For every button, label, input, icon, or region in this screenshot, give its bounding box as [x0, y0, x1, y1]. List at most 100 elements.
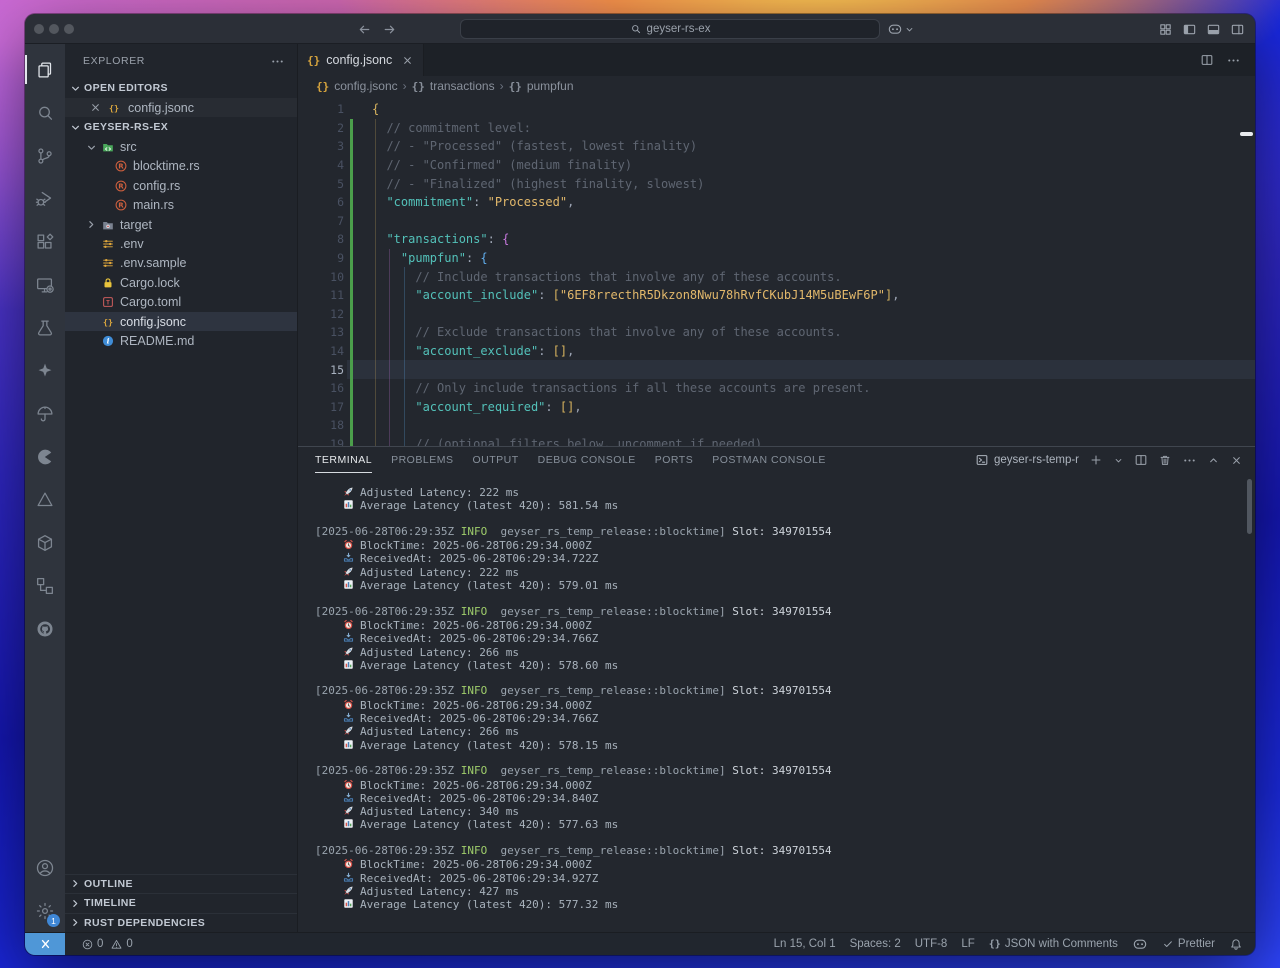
zoom-window-button[interactable] — [64, 24, 74, 34]
activity-flowchart[interactable] — [25, 564, 65, 607]
line-number: 9 — [298, 251, 344, 265]
code-text: "account_required": [], — [353, 400, 582, 414]
tree-item-readme-md[interactable]: iREADME.md — [65, 331, 297, 350]
breadcrumb-file[interactable]: config.jsonc — [334, 79, 397, 93]
formatter-status[interactable]: Prettier — [1162, 938, 1215, 950]
code-text: "pumpfun": { — [353, 251, 488, 265]
activity-search[interactable] — [25, 91, 65, 134]
chevron-down-icon[interactable] — [904, 24, 915, 35]
activity-run-debug[interactable] — [25, 177, 65, 220]
code-text: // - "Confirmed" (medium finality) — [353, 158, 632, 172]
maximize-panel-icon[interactable] — [1207, 454, 1220, 467]
panel-tab-terminal[interactable]: TERMINAL — [315, 447, 372, 473]
tree-item-blocktime-rs[interactable]: Rblocktime.rs — [65, 157, 297, 176]
close-panel-icon[interactable] — [1230, 454, 1243, 467]
git-gutter-indicator — [350, 212, 353, 231]
problems-status[interactable]: 0 0 — [81, 938, 133, 951]
section-rust-dependencies[interactable]: RUST DEPENDENCIES — [65, 913, 297, 933]
log-line: Average Latency (latest 420): 577.32 ms — [315, 897, 1255, 910]
panel-tab-debug-console[interactable]: DEBUG CONSOLE — [538, 447, 636, 473]
open-editors-header[interactable]: OPEN EDITORS — [65, 78, 297, 98]
tab-bar: {} config.jsonc — [298, 44, 1255, 76]
indentation-status[interactable]: Spaces: 2 — [850, 938, 901, 950]
copilot-status-icon[interactable] — [1132, 936, 1148, 952]
section-timeline[interactable]: TIMELINE — [65, 893, 297, 913]
toggle-panel-icon[interactable] — [1206, 22, 1221, 37]
activity-extensions[interactable] — [25, 220, 65, 263]
tree-item-cargo-lock[interactable]: Cargo.lock — [65, 273, 297, 292]
tree-item-config-rs[interactable]: Rconfig.rs — [65, 176, 297, 195]
activity-sparkle[interactable] — [25, 349, 65, 392]
encoding-status[interactable]: UTF-8 — [915, 938, 948, 950]
panel-tab-ports[interactable]: PORTS — [655, 447, 693, 473]
command-center[interactable]: geyser-rs-ex — [460, 19, 880, 39]
minimize-window-button[interactable] — [49, 24, 59, 34]
activity-umbrella[interactable] — [25, 392, 65, 435]
activity-settings[interactable]: 1 — [25, 889, 65, 932]
tree-item-main-rs[interactable]: Rmain.rs — [65, 196, 297, 215]
split-editor-icon[interactable] — [1200, 53, 1214, 67]
tree-item-label: config.jsonc — [120, 315, 186, 329]
toggle-sidebar-icon[interactable] — [1182, 22, 1197, 37]
activity-explorer[interactable] — [25, 48, 65, 91]
language-mode[interactable]: {} JSON with Comments — [989, 938, 1118, 950]
open-editor-config-jsonc[interactable]: {}config.jsonc — [65, 98, 297, 117]
notifications-bell-icon[interactable] — [1229, 937, 1243, 951]
terminal-scrollbar[interactable] — [1247, 479, 1252, 534]
code-text: // Only include transactions if all thes… — [353, 381, 871, 395]
code-line: 19 // (optional filters below, uncomment… — [298, 435, 1255, 446]
activity-prism[interactable] — [25, 478, 65, 521]
section-outline[interactable]: OUTLINE — [65, 874, 297, 894]
tree-item-target[interactable]: target — [65, 215, 297, 234]
project-header[interactable]: GEYSER-RS-EX — [65, 117, 297, 137]
panel-tab-postman-console[interactable]: POSTMAN CONSOLE — [712, 447, 826, 473]
activity-cube[interactable] — [25, 521, 65, 564]
git-gutter-indicator — [350, 305, 353, 324]
window-controls[interactable] — [34, 24, 74, 34]
terminal-output[interactable]: Adjusted Latency: 222 msAverage Latency … — [298, 473, 1255, 932]
panel-more-actions-icon[interactable] — [1182, 453, 1197, 468]
activity-account[interactable] — [25, 846, 65, 889]
remote-indicator[interactable] — [25, 933, 65, 955]
split-terminal-icon[interactable] — [1134, 453, 1148, 467]
activity-github[interactable] — [25, 607, 65, 650]
activity-pacman[interactable] — [25, 435, 65, 478]
scrollbar-decoration[interactable] — [1240, 132, 1253, 136]
panel-tab-problems[interactable]: PROBLEMS — [391, 447, 453, 473]
explorer-more-actions-icon[interactable] — [270, 54, 285, 69]
breadcrumb[interactable]: {} config.jsonc › {} transactions › {} p… — [298, 76, 1255, 96]
cursor-position[interactable]: Ln 15, Col 1 — [774, 938, 836, 950]
panel-tab-output[interactable]: OUTPUT — [472, 447, 518, 473]
nav-back-icon[interactable] — [357, 22, 372, 37]
log-line — [315, 751, 1255, 764]
close-window-button[interactable] — [34, 24, 44, 34]
code-editor[interactable]: 1{2 // commitment level:3 // - "Processe… — [298, 96, 1255, 446]
activity-source-control[interactable] — [25, 134, 65, 177]
line-number: 6 — [298, 195, 344, 209]
close-tab-icon[interactable] — [401, 54, 414, 67]
customize-layout-icon[interactable] — [1158, 22, 1173, 37]
copilot-icon[interactable] — [887, 21, 903, 37]
breadcrumb-node[interactable]: pumpfun — [527, 79, 574, 93]
kill-terminal-icon[interactable] — [1158, 453, 1172, 467]
tab-config-jsonc[interactable]: {} config.jsonc — [298, 44, 424, 76]
tree-item-env[interactable]: .env — [65, 234, 297, 253]
tree-item-cargo-toml[interactable]: TCargo.toml — [65, 293, 297, 312]
code-text: "transactions": { — [353, 232, 509, 246]
activity-testing[interactable] — [25, 306, 65, 349]
breadcrumb-node[interactable]: transactions — [430, 79, 495, 93]
tree-item-config-jsonc[interactable]: {}config.jsonc — [65, 312, 297, 331]
log-line: Average Latency (latest 420): 577.63 ms — [315, 817, 1255, 830]
tree-item-env-sample[interactable]: .env.sample — [65, 254, 297, 273]
activity-remote-explorer[interactable] — [25, 263, 65, 306]
terminal-instance[interactable]: geyser-rs-temp-r — [975, 453, 1079, 467]
rust-icon: R — [112, 198, 130, 212]
editor-more-actions-icon[interactable] — [1226, 53, 1241, 68]
terminal-dropdown-icon[interactable] — [1113, 455, 1124, 466]
toggle-secondary-sidebar-icon[interactable] — [1230, 22, 1245, 37]
new-terminal-icon[interactable] — [1089, 453, 1103, 467]
code-text: // (optional filters below, uncomment if… — [353, 437, 762, 446]
nav-forward-icon[interactable] — [382, 22, 397, 37]
eol-status[interactable]: LF — [961, 938, 974, 950]
tree-item-src[interactable]: src — [65, 137, 297, 156]
